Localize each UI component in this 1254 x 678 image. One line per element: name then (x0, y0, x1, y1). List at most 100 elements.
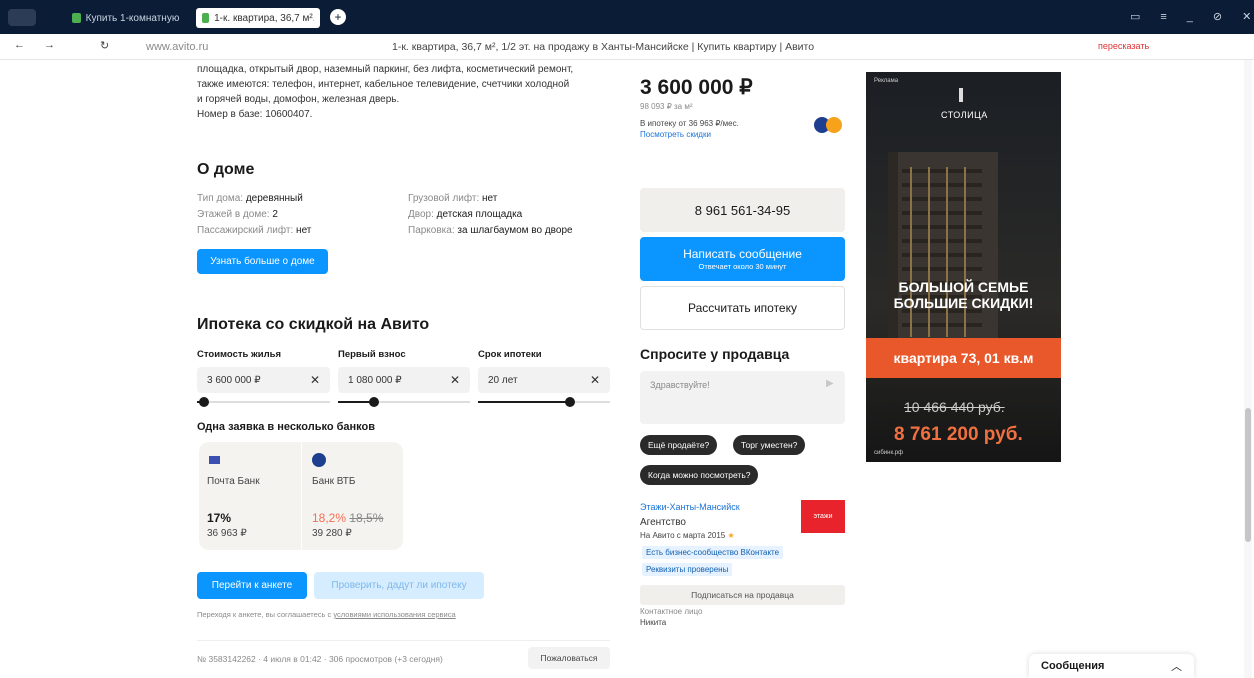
consent-link[interactable]: условиями использования сервиса (333, 610, 455, 619)
cost-value: 3 600 000 ₽ (207, 374, 261, 386)
down-input[interactable]: 1 080 000 ₽ ✕ (338, 367, 470, 393)
chevron-up-icon[interactable]: ︿ (1171, 658, 1182, 674)
ad-brand: СТОЛИЦА (941, 110, 988, 120)
write-message-button[interactable]: Написать сообщение Отвечает около 30 мин… (640, 237, 845, 281)
ad-headline: БОЛЬШОЙ СЕМЬЕ БОЛЬШИЕ СКИДКИ! (866, 279, 1061, 311)
seller-since-text: На Авито с марта 2015 (640, 531, 726, 540)
bank1-payment: 36 963 ₽ (207, 528, 247, 539)
param-label: Этажей в доме: (197, 209, 270, 220)
tab-listing[interactable]: 1-к. квартира, 36,7 м². 1/2 эт. н (196, 8, 320, 28)
contact-name: Никита (640, 618, 667, 627)
price-per-meter: 98 093 ₽ за м² (640, 102, 693, 111)
tab-label: 1-к. квартира, 36,7 м². 1/2 эт. н (214, 12, 314, 24)
bank2-old-rate: 18,5% (349, 511, 384, 525)
browser-menu-button[interactable] (8, 9, 36, 26)
verified-details-badge: Реквизиты проверены (642, 563, 733, 576)
tab-search-results[interactable]: Купить 1-комнатную ква (66, 8, 188, 28)
page-scrollbar[interactable] (1244, 60, 1252, 678)
term-input[interactable]: 20 лет ✕ (478, 367, 610, 393)
calc-mortgage-button[interactable]: Рассчитать ипотеку (640, 286, 845, 330)
term-value: 20 лет (488, 374, 518, 386)
seller-type: Агентство (640, 517, 686, 528)
down-slider-knob[interactable] (368, 397, 379, 407)
ad-old-price: 10 466 440 руб. (904, 399, 1005, 415)
listing-meta: № 3583142262 · 4 июля в 01:42 · 306 прос… (197, 654, 443, 664)
quick-question-chip[interactable]: Когда можно посмотреть? (640, 465, 759, 485)
param-value: 2 (272, 209, 278, 220)
subscribe-label: Подписаться на продавца (691, 590, 794, 600)
discount-link[interactable]: Посмотреть скидки (640, 130, 711, 139)
avito-favicon (202, 13, 210, 23)
param-value: нет (482, 193, 498, 204)
house-params-left: Тип дома: деревянный Этажей в доме: 2 Па… (197, 191, 311, 239)
messages-label: Сообщения (1041, 660, 1105, 672)
new-tab-button[interactable]: + (330, 9, 346, 25)
cost-label: Стоимость жилья (197, 349, 282, 360)
ad-headline-line: БОЛЬШИЕ СКИДКИ! (893, 295, 1034, 311)
seller-logo-text: этажи (813, 513, 833, 520)
bank2-rate-row: 18,2% 18,5% (312, 511, 383, 525)
bank1-rate: 17% (207, 511, 232, 525)
seller-logo[interactable]: этажи (801, 500, 845, 533)
page-title-text: 1-к. квартира, 36,7 м², 1/2 эт. на прода… (392, 41, 815, 53)
ad-flat: квартира 73, 01 кв.м (893, 350, 1034, 366)
scrollbar-thumb[interactable] (1245, 408, 1251, 542)
go-to-form-button[interactable]: Перейти к анкете (197, 572, 307, 599)
quick-question-chip[interactable]: Торг уместен? (733, 435, 806, 455)
cost-slider-knob[interactable] (198, 397, 209, 407)
messages-widget[interactable]: Сообщения ︿ (1029, 654, 1194, 678)
param-label: Двор: (408, 209, 434, 220)
browser-tabbar: Купить 1-комнатную ква 1-к. квартира, 36… (0, 0, 1254, 34)
param-label: Грузовой лифт: (408, 193, 480, 204)
clear-icon[interactable]: ✕ (310, 373, 320, 387)
ad-footer: сибинк.рф (874, 450, 904, 456)
param-value: за шлагбаумом во дворе (457, 225, 573, 236)
subscribe-button[interactable]: Подписаться на продавца (640, 585, 845, 605)
cost-slider-track[interactable] (197, 401, 330, 403)
consent-text: Переходя к анкете, вы соглашаетесь с усл… (197, 610, 456, 619)
price: 3 600 000 ₽ (640, 76, 753, 99)
reload-icon[interactable]: ↻ (100, 39, 109, 52)
term-slider-fill (478, 401, 571, 403)
param-value: детская площадка (436, 209, 523, 220)
bank2-rate: 18,2% (312, 511, 347, 525)
ad-banner[interactable]: Реклама СТОЛИЦА БОЛЬШОЙ СЕМЬЕ БОЛЬШИЕ СК… (866, 72, 1061, 462)
param-label: Тип дома: (197, 193, 244, 204)
phone-button[interactable]: 8 961 561-34-95 (640, 188, 845, 232)
clear-icon[interactable]: ✕ (590, 373, 600, 387)
banks-divider (301, 442, 302, 550)
term-slider-knob[interactable] (565, 397, 576, 407)
translate-button[interactable]: пересказать (1098, 41, 1149, 51)
ask-input[interactable]: Здравствуйте! ▶ (640, 371, 845, 424)
house-more-button[interactable]: Узнать больше о доме (197, 249, 328, 274)
ad-tag: Реклама (874, 78, 899, 84)
url-text[interactable]: www.avito.ru (146, 41, 208, 53)
back-icon[interactable]: ← (14, 39, 25, 51)
bank2-payment: 39 280 ₽ (312, 528, 352, 539)
ask-input-text: Здравствуйте! (650, 380, 710, 390)
description-line: Номер в базе: 10600407. (197, 109, 313, 120)
forward-icon[interactable]: → (44, 39, 55, 51)
ad-headline-line: БОЛЬШОЙ СЕМЬЕ (898, 279, 1029, 295)
mortgage-title: Ипотека со скидкой на Авито (197, 316, 430, 333)
star-icon: ★ (727, 531, 735, 540)
contact-label: Контактное лицо (640, 607, 703, 616)
clear-icon[interactable]: ✕ (450, 373, 460, 387)
check-mortgage-button[interactable]: Проверить, дадут ли ипотеку (314, 572, 484, 599)
send-icon[interactable]: ▶ (826, 378, 834, 389)
bank1-name: Почта Банк (207, 476, 260, 487)
footer-divider (197, 640, 610, 641)
down-value: 1 080 000 ₽ (348, 374, 402, 386)
seller-name[interactable]: Этажи-Ханты-Мансийск (640, 502, 740, 512)
vtb-logo-icon (312, 453, 326, 467)
pochta-logo-icon (209, 456, 220, 464)
vk-community-badge: Есть бизнес-сообщество ВКонтакте (642, 546, 784, 559)
phone-number: 8 961 561-34-95 (694, 202, 791, 218)
seller-since: На Авито с марта 2015 ★ (640, 531, 735, 540)
window-controls[interactable]: ▭≡_⊘✕ (1130, 10, 1254, 23)
description-line: и горячей воды, домофон, железная дверь. (197, 94, 400, 105)
cost-input[interactable]: 3 600 000 ₽ ✕ (197, 367, 330, 393)
report-button[interactable]: Пожаловаться (528, 647, 610, 669)
quick-question-chip[interactable]: Ещё продаёте? (640, 435, 718, 455)
write-label: Написать сообщение (683, 247, 802, 261)
